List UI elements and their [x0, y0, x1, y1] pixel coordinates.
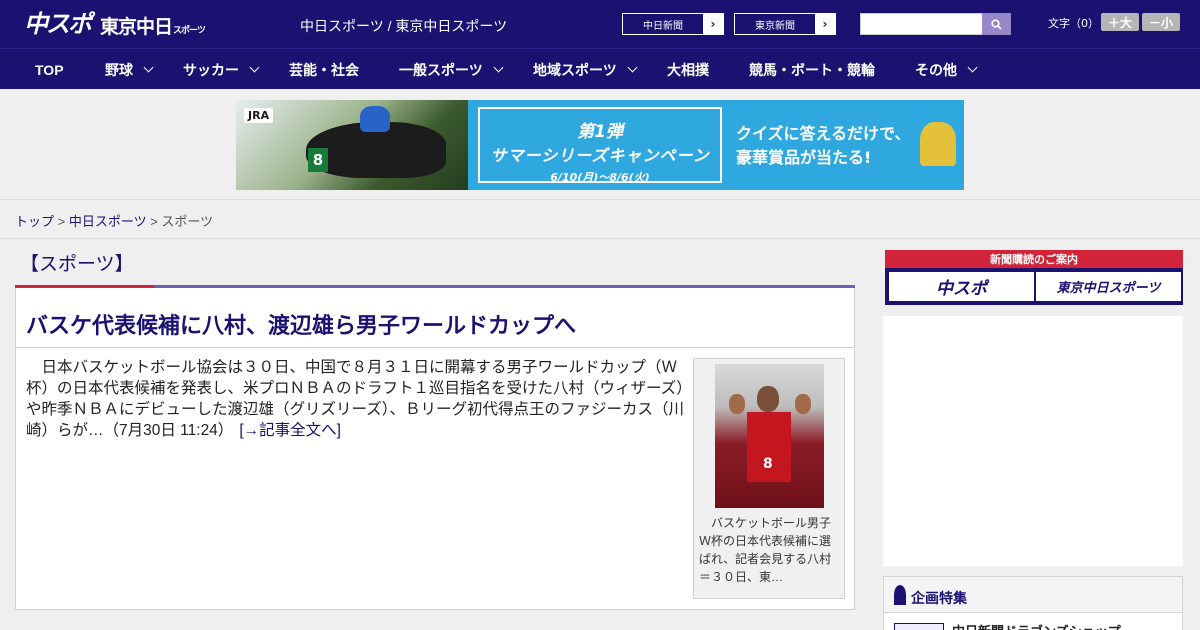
- campaign-panel: 第1弾 サマーシリーズキャンペーン 6/10(月)～8/6(火): [478, 107, 722, 184]
- breadcrumb-separator: >: [146, 214, 162, 229]
- tokyo-shimbun-link[interactable]: 東京新聞 ›: [734, 13, 836, 35]
- chevron-right-icon: ›: [710, 17, 716, 31]
- chevron-down-icon: [627, 62, 638, 73]
- nav-item-label: 競馬・ボート・競輪: [749, 61, 875, 78]
- breadcrumb-current: スポーツ: [161, 214, 214, 229]
- chevron-down-icon: [493, 62, 504, 73]
- breadcrumb-separator: >: [54, 214, 69, 229]
- trophy-icon: [920, 122, 956, 166]
- breadcrumb: トップ > 中日スポーツ > スポーツ: [15, 211, 213, 230]
- nav-item-other[interactable]: その他: [915, 49, 978, 90]
- chunichi-shimbun-label: 中日新聞: [623, 14, 703, 34]
- campaign-copy-line-2: 豪華賞品が当たる!: [736, 148, 872, 167]
- breadcrumb-parent-link[interactable]: 中日スポーツ: [69, 214, 147, 229]
- campaign-copy: クイズに答えるだけで、 豪華賞品が当たる!: [736, 122, 910, 170]
- subscribe-chunichi-sports-button[interactable]: 中スポ: [889, 272, 1034, 301]
- feature-item-title: 中日新聞ドラゴンズショップ: [952, 621, 1121, 630]
- article-title-divider: [16, 347, 854, 348]
- read-full-article-link[interactable]: [→記事全文へ]: [239, 422, 341, 439]
- saddle-number: 8: [308, 148, 328, 172]
- nav-item-label: サッカー: [183, 61, 239, 78]
- campaign-dates: 6/10(月)～8/6(火): [550, 171, 650, 184]
- search-button[interactable]: [982, 13, 1011, 35]
- site-logo[interactable]: 中スポ 東京中日スポーツ: [24, 9, 206, 39]
- nav-item-sumo[interactable]: 大相撲: [667, 49, 709, 90]
- nav-item-entertainment[interactable]: 芸能・社会: [289, 49, 359, 90]
- section-heading: 【スポーツ】: [20, 254, 134, 275]
- campaign-headline-1: 第1弾: [577, 122, 623, 142]
- player-face: [757, 386, 779, 412]
- chevron-down-icon: [967, 62, 978, 73]
- jra-logo: JRA: [244, 108, 274, 123]
- chunichi-sports-logo[interactable]: 中スポ: [24, 4, 92, 39]
- feature-header: 企画特集: [884, 577, 1182, 613]
- nav-item-baseball[interactable]: 野球: [105, 49, 154, 90]
- tokyo-chunichi-logo-small: スポーツ: [173, 26, 206, 36]
- jockey-shape: [360, 106, 390, 132]
- nav-item-label: TOP: [35, 61, 64, 78]
- chunichi-shimbun-link[interactable]: 中日新聞 ›: [622, 13, 724, 35]
- ribbon-icon: [894, 585, 906, 605]
- font-smaller-button[interactable]: －小: [1142, 13, 1180, 31]
- feature-item[interactable]: 中日新聞ドラゴンズショップ: [894, 621, 1174, 630]
- player-face: [795, 394, 811, 414]
- campaign-copy-line-1: クイズに答えるだけで、: [736, 124, 911, 143]
- nav-item-general-sports[interactable]: 一般スポーツ: [399, 49, 504, 90]
- nav-item-label: その他: [915, 61, 957, 78]
- sidebar-ad-slot[interactable]: [883, 316, 1183, 566]
- site-title: 中日スポーツ / 東京中日スポーツ: [300, 18, 508, 34]
- search-input[interactable]: [860, 13, 983, 35]
- article-body-text: 日本バスケットボール協会は３０日、中国で８月３１日に開幕する男子ワールドカップ（…: [26, 359, 684, 439]
- feature-thumbnail: [894, 623, 944, 630]
- jersey-number: 8: [763, 456, 773, 472]
- feature-heading: 企画特集: [911, 590, 967, 606]
- article-photo-box: 8 バスケットボール男子Ｗ杯の日本代表候補に選ばれ、記者会見する八村＝３０日、東…: [693, 358, 845, 599]
- nav-item-label: 野球: [105, 61, 133, 78]
- chevron-right-icon: ›: [822, 17, 828, 31]
- feature-box: 企画特集 中日新聞ドラゴンズショップ: [883, 576, 1183, 630]
- article-photo[interactable]: 8: [715, 364, 824, 508]
- font-size-label: 文字（0）: [1048, 17, 1099, 30]
- jra-campaign-banner[interactable]: 8 JRA 第1弾 サマーシリーズキャンペーン 6/10(月)～8/6(火) ク…: [236, 100, 964, 190]
- top-header: 中スポ 東京中日スポーツ 中日スポーツ / 東京中日スポーツ 中日新聞 › 東京…: [0, 0, 1200, 48]
- article-card: バスケ代表候補に八村、渡辺雄ら男子ワールドカップへ 日本バスケットボール協会は３…: [15, 288, 855, 610]
- chevron-down-icon: [249, 62, 260, 73]
- nav-item-label: 芸能・社会: [289, 61, 359, 78]
- player-face: [729, 394, 745, 414]
- chevron-down-icon: [143, 62, 154, 73]
- tokyo-shimbun-label: 東京新聞: [735, 14, 815, 34]
- nav-item-label: 一般スポーツ: [399, 61, 483, 78]
- search-icon: [991, 18, 1002, 30]
- nav-item-soccer[interactable]: サッカー: [183, 49, 260, 90]
- main-nav: TOP 野球 サッカー 芸能・社会 一般スポーツ 地域スポーツ 大相撲 競馬・ボ…: [0, 48, 1200, 89]
- nav-item-racing[interactable]: 競馬・ボート・競輪: [749, 49, 875, 90]
- article-summary: 日本バスケットボール協会は３０日、中国で８月３１日に開幕する男子ワールドカップ（…: [26, 357, 684, 441]
- tokyo-chunichi-logo-text: 東京中日: [100, 16, 173, 38]
- subscription-heading: 新聞購読のご案内: [885, 250, 1183, 268]
- banner-area: 8 JRA 第1弾 サマーシリーズキャンペーン 6/10(月)～8/6(火) ク…: [0, 89, 1200, 200]
- subscription-banner: 新聞購読のご案内 中スポ 東京中日スポーツ: [885, 250, 1183, 305]
- nav-item-regional-sports[interactable]: 地域スポーツ: [533, 49, 638, 90]
- nav-item-top[interactable]: TOP: [35, 49, 64, 90]
- photo-caption: バスケットボール男子Ｗ杯の日本代表候補に選ばれ、記者会見する八村＝３０日、東…: [699, 516, 832, 584]
- nav-item-label: 地域スポーツ: [533, 61, 617, 78]
- tokyo-chunichi-logo[interactable]: 東京中日スポーツ: [100, 12, 206, 39]
- font-larger-button[interactable]: ＋大: [1101, 13, 1139, 31]
- campaign-headline-2: サマーシリーズキャンペーン: [490, 146, 710, 165]
- subscribe-tokyo-chunichi-button[interactable]: 東京中日スポーツ: [1036, 272, 1181, 301]
- breadcrumb-divider: [0, 238, 1200, 239]
- breadcrumb-home-link[interactable]: トップ: [15, 214, 54, 229]
- nav-item-label: 大相撲: [667, 61, 709, 78]
- article-title[interactable]: バスケ代表候補に八村、渡辺雄ら男子ワールドカップへ: [26, 308, 576, 340]
